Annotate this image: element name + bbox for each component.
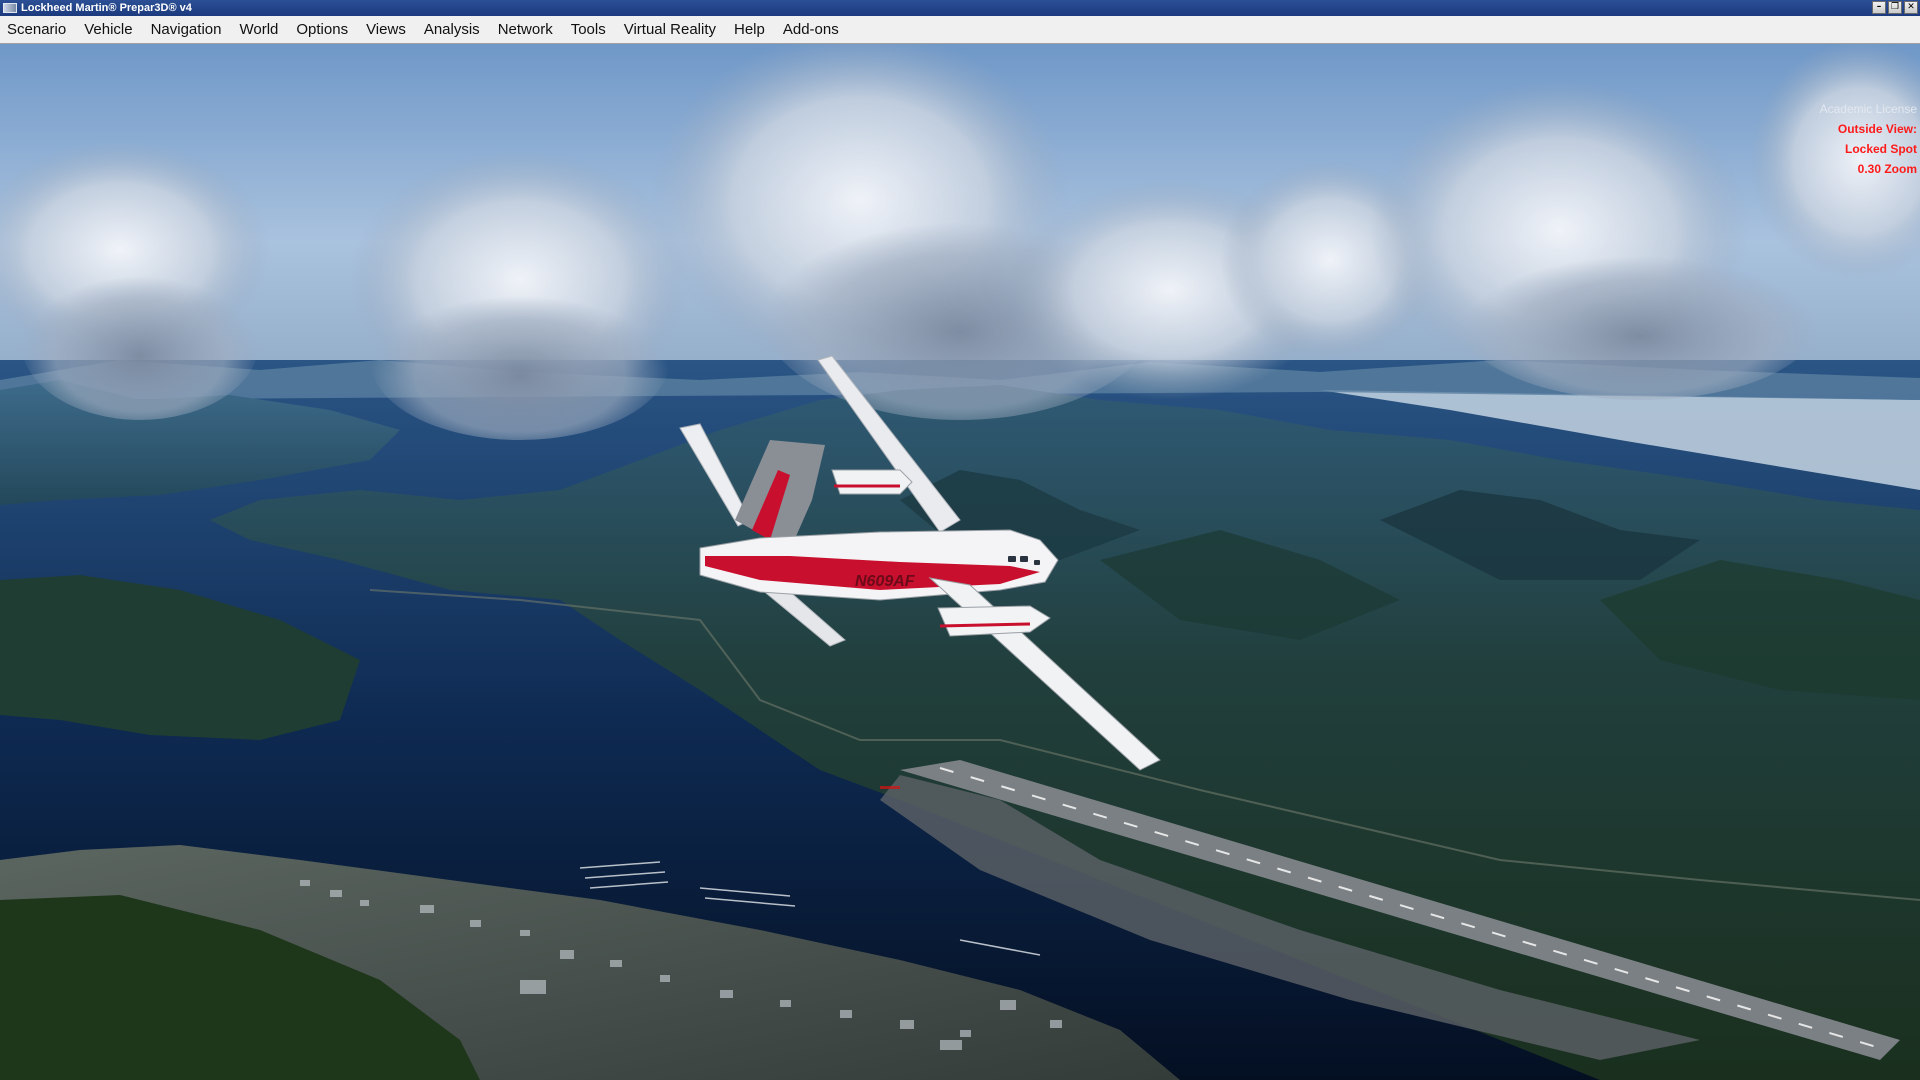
runway-light [880,786,900,789]
menu-network[interactable]: Network [490,21,563,38]
view-mode-label: Locked Spot [1844,142,1917,156]
menu-options[interactable]: Options [288,21,358,38]
view-type-label: Outside View: [1837,122,1917,136]
restore-icon[interactable]: ❐ [1888,1,1902,14]
aircraft-registration: N609AF [855,573,916,590]
window-titlebar[interactable]: Lockheed Martin® Prepar3D® v4 – ❐ ✕ [0,0,1920,16]
close-icon[interactable]: ✕ [1904,1,1918,14]
menu-analysis[interactable]: Analysis [416,21,490,38]
menu-add-ons[interactable]: Add-ons [775,21,849,38]
simulation-viewport[interactable]: N609AF Academic License Outside View: Lo… [0,44,1920,1080]
menu-views[interactable]: Views [358,21,416,38]
menu-scenario[interactable]: Scenario [0,21,76,38]
window-controls: – ❐ ✕ [1872,1,1918,14]
window-title: Lockheed Martin® Prepar3D® v4 [21,2,192,14]
zoom-level-label: 0.30 Zoom [1857,162,1917,176]
menu-world[interactable]: World [231,21,288,38]
license-label: Academic License [1819,102,1917,116]
prepar3d-app-icon[interactable] [3,3,17,13]
menu-navigation[interactable]: Navigation [143,21,232,38]
menu-bar: Scenario Vehicle Navigation World Option… [0,16,1920,44]
aircraft-far-engine [831,469,913,495]
minimize-icon[interactable]: – [1872,1,1886,14]
view-info-overlay: Academic License Outside View: Locked Sp… [1820,99,1917,179]
menu-help[interactable]: Help [726,21,775,38]
menu-tools[interactable]: Tools [563,21,616,38]
menu-virtual-reality[interactable]: Virtual Reality [616,21,726,38]
menu-vehicle[interactable]: Vehicle [76,21,142,38]
